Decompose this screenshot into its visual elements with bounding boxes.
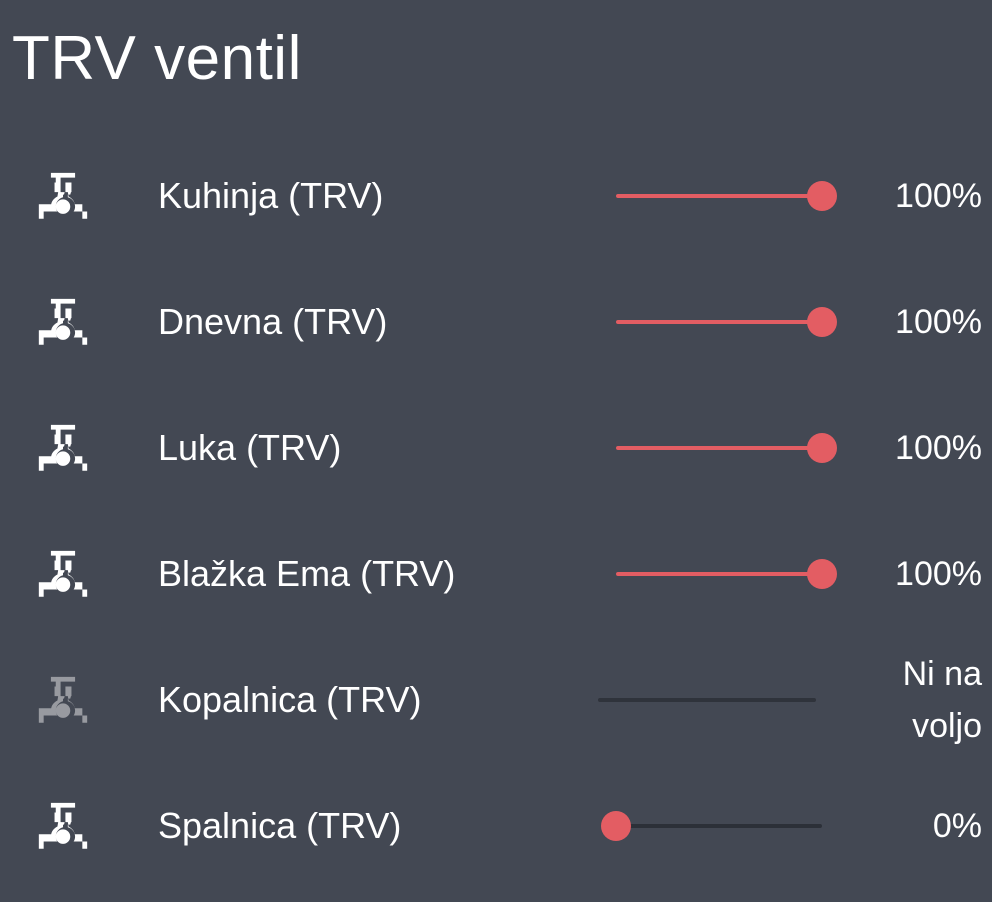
entity-row[interactable]: Kuhinja (TRV) 100% bbox=[0, 146, 992, 246]
entity-name: Dnevna (TRV) bbox=[158, 301, 388, 342]
slider-track bbox=[598, 698, 816, 702]
entity-value: 100% bbox=[895, 555, 982, 593]
entity-name: Kopalnica (TRV) bbox=[158, 679, 422, 720]
position-slider bbox=[598, 680, 836, 720]
slider-track bbox=[616, 824, 822, 828]
valve-icon bbox=[34, 294, 92, 352]
position-slider[interactable] bbox=[600, 554, 838, 594]
valve-icon bbox=[34, 168, 92, 226]
slider-thumb[interactable] bbox=[807, 559, 837, 589]
slider-thumb[interactable] bbox=[807, 433, 837, 463]
entity-row[interactable]: Luka (TRV) 100% bbox=[0, 398, 992, 498]
slider-thumb[interactable] bbox=[601, 811, 631, 841]
slider-fill bbox=[616, 572, 822, 576]
slider-thumb[interactable] bbox=[807, 307, 837, 337]
slider-fill bbox=[616, 446, 822, 450]
position-slider[interactable] bbox=[600, 176, 838, 216]
entity-name: Luka (TRV) bbox=[158, 427, 342, 468]
valve-icon bbox=[34, 672, 92, 730]
entity-value: 100% bbox=[895, 177, 982, 215]
entity-value: 100% bbox=[895, 303, 982, 341]
slider-fill bbox=[616, 194, 822, 198]
position-slider[interactable] bbox=[600, 428, 838, 468]
trv-card: TRV ventil Kuhinja (TRV) 100% Dnevna (TR… bbox=[0, 0, 992, 902]
entity-value: 0% bbox=[932, 807, 982, 845]
position-slider[interactable] bbox=[600, 302, 838, 342]
valve-icon bbox=[34, 420, 92, 478]
entity-row[interactable]: Blažka Ema (TRV) 100% bbox=[0, 524, 992, 624]
entity-row[interactable]: Spalnica (TRV) 0% bbox=[0, 776, 992, 876]
position-slider[interactable] bbox=[600, 806, 838, 846]
entity-row[interactable]: Dnevna (TRV) 100% bbox=[0, 272, 992, 372]
entity-value: Ni na voljo bbox=[902, 655, 982, 745]
entity-row[interactable]: Kopalnica (TRV) Ni na voljo bbox=[0, 650, 992, 750]
entity-name: Kuhinja (TRV) bbox=[158, 175, 384, 216]
card-title: TRV ventil bbox=[12, 24, 302, 93]
entity-name: Blažka Ema (TRV) bbox=[158, 553, 456, 594]
slider-fill bbox=[616, 320, 822, 324]
slider-thumb[interactable] bbox=[807, 181, 837, 211]
valve-icon bbox=[34, 798, 92, 856]
valve-icon bbox=[34, 546, 92, 604]
entity-name: Spalnica (TRV) bbox=[158, 805, 402, 846]
entity-value: 100% bbox=[895, 429, 982, 467]
